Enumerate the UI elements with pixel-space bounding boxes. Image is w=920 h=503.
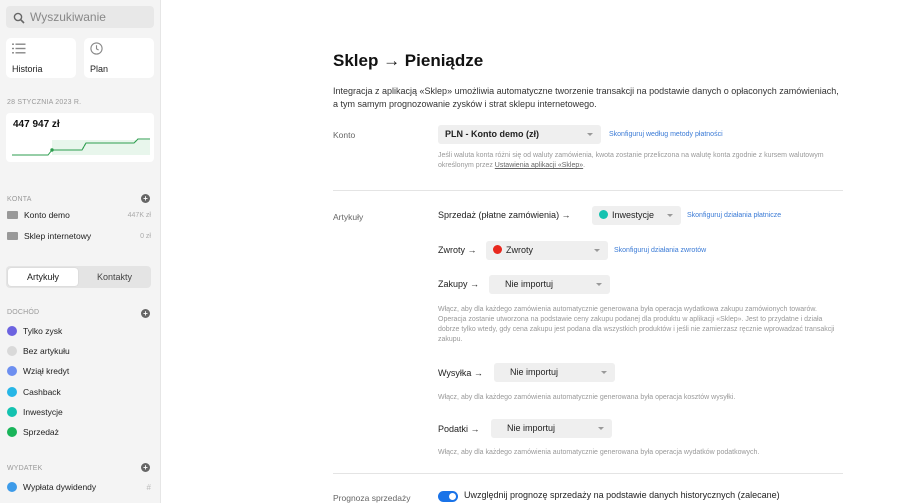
zwroty-select[interactable]: Zwroty: [486, 241, 608, 260]
list-icon: [12, 42, 26, 59]
zwroty-config-link[interactable]: Skonfiguruj działania zwrotów: [614, 247, 706, 254]
chevron-down-icon: [596, 283, 602, 286]
konto-config-link[interactable]: Skonfiguruj według metody płatności: [609, 131, 723, 138]
sprzedaz-label: Sprzedaż (płatne zamówienia) →: [438, 210, 571, 220]
plan-label: Plan: [90, 64, 109, 74]
shop-settings-link[interactable]: Ustawienia aplikacji «Sklep»: [495, 162, 583, 169]
category-color-icon: [7, 427, 17, 437]
category-name: Wypłata dywidendy: [23, 482, 97, 492]
podatki-note: Włącz, aby dla każdego zamówienia automa…: [438, 449, 760, 456]
intro-text: Integracja z aplikacją «Sklep» umożliwia…: [333, 86, 839, 109]
clock-icon: [90, 42, 103, 59]
search-icon: [13, 11, 25, 24]
podatki-label: Podatki →: [438, 424, 480, 434]
plan-tile[interactable]: Plan: [84, 38, 154, 78]
balance-amount: 447 947 zł: [13, 119, 60, 130]
zakupy-note: Włącz, aby dla każdego zamówienia automa…: [438, 306, 835, 343]
sidebar-tabs: Artykuły Kontakty: [6, 266, 151, 288]
search-input[interactable]: [30, 10, 145, 24]
history-label: Historia: [12, 64, 43, 74]
account-icon: [7, 211, 18, 219]
tab-kontakty[interactable]: Kontakty: [80, 268, 149, 286]
zwroty-label: Zwroty →: [438, 245, 477, 255]
category-item[interactable]: Inwestycje: [7, 404, 153, 420]
divider: [333, 473, 843, 474]
chevron-down-icon: [601, 371, 607, 374]
accounts-header: KONTA: [7, 196, 32, 203]
category-color-icon: [7, 406, 17, 417]
konto-select-value: PLN - Konto demo (zł): [445, 129, 539, 139]
category-color-icon: [7, 386, 17, 397]
main-content: Sklep → Pieniądze Integracja z aplikacją…: [161, 0, 920, 503]
account-value: 0 zł: [140, 232, 151, 240]
account-value: 447K zł: [127, 211, 151, 219]
zakupy-select[interactable]: Nie importuj: [489, 275, 610, 294]
konto-note-end: .: [583, 162, 586, 169]
artykuly-label: Artykuły: [333, 212, 364, 222]
add-account-button[interactable]: +: [141, 194, 150, 203]
expense-header: WYDATEK: [7, 465, 43, 472]
category-name: Tylko zysk: [23, 326, 63, 336]
zakupy-select-value: Nie importuj: [505, 279, 554, 289]
konto-note: Jeśli waluta konta różni się od waluty z…: [438, 151, 833, 171]
category-item[interactable]: Bez artykułu: [7, 343, 153, 359]
chevron-down-icon: [587, 133, 593, 136]
zwroty-select-value: Zwroty: [506, 245, 533, 255]
category-hash: #: [146, 482, 151, 492]
category-color-icon: [7, 326, 17, 336]
konto-label: Konto: [333, 130, 356, 140]
app: Historia Plan 28 STYCZNIA 2023 R. 447 94…: [0, 0, 920, 503]
podatki-select-value: Nie importuj: [507, 423, 556, 433]
search-box[interactable]: [6, 6, 154, 28]
wysylka-select-value: Nie importuj: [510, 367, 559, 377]
divider: [333, 190, 843, 191]
account-icon: [7, 232, 18, 240]
wysylka-select[interactable]: Nie importuj: [494, 363, 615, 382]
podatki-select[interactable]: Nie importuj: [491, 419, 612, 438]
chevron-down-icon: [594, 249, 600, 252]
balance-sparkline: [12, 138, 150, 156]
add-income-category-button[interactable]: +: [141, 309, 150, 318]
category-item[interactable]: Wypłata dywidendy #: [7, 479, 153, 495]
chevron-down-icon: [667, 214, 673, 217]
category-color-icon: [7, 482, 17, 492]
balance-date: 28 STYCZNIA 2023 R.: [7, 99, 82, 106]
wysylka-label: Wysyłka →: [438, 368, 483, 378]
category-item[interactable]: Tylko zysk: [7, 323, 153, 339]
sprzedaz-config-link[interactable]: Skonfiguruj działania płatnicze: [687, 212, 781, 219]
chevron-down-icon: [598, 427, 604, 430]
konto-select[interactable]: PLN - Konto demo (zł): [438, 125, 601, 144]
category-color-icon: [7, 346, 17, 357]
account-item[interactable]: Konto demo 447K zł: [7, 208, 153, 222]
category-color-icon: [7, 366, 17, 377]
category-name: Bez artykułu: [23, 346, 70, 357]
category-dot: [599, 210, 608, 219]
wysylka-note: Włącz, aby dla każdego zamówienia automa…: [438, 394, 736, 401]
category-name: Cashback: [23, 386, 61, 397]
prognoza-label: Prognoza sprzedaży: [333, 493, 411, 503]
page-title: Sklep → Pieniądze: [333, 51, 484, 70]
balance-card[interactable]: 447 947 zł: [6, 113, 154, 162]
add-expense-category-button[interactable]: +: [141, 463, 150, 472]
account-name: Sklep internetowy: [24, 231, 92, 241]
category-name: Inwestycje: [23, 406, 63, 417]
category-item[interactable]: Sprzedaż: [7, 424, 153, 440]
toggle-knob: [449, 493, 456, 500]
account-item[interactable]: Sklep internetowy 0 zł: [7, 229, 153, 243]
zakupy-label: Zakupy →: [438, 279, 480, 289]
category-item[interactable]: Wziął kredyt: [7, 363, 153, 379]
prognoza-text: Uwzględnij prognozę sprzedaży na podstaw…: [464, 490, 780, 500]
sidebar: Historia Plan 28 STYCZNIA 2023 R. 447 94…: [0, 0, 161, 503]
sprzedaz-select[interactable]: Inwestycje: [592, 206, 681, 225]
account-name: Konto demo: [24, 210, 70, 220]
prognoza-toggle[interactable]: [438, 491, 458, 502]
history-tile[interactable]: Historia: [6, 38, 76, 78]
income-header: DOCHÓD: [7, 309, 40, 316]
tab-artykuly[interactable]: Artykuły: [8, 268, 78, 286]
sprzedaz-select-value: Inwestycje: [612, 210, 655, 220]
category-item[interactable]: Cashback: [7, 384, 153, 400]
category-name: Wziął kredyt: [23, 366, 70, 377]
category-dot: [493, 245, 502, 254]
category-name: Sprzedaż: [23, 427, 59, 437]
